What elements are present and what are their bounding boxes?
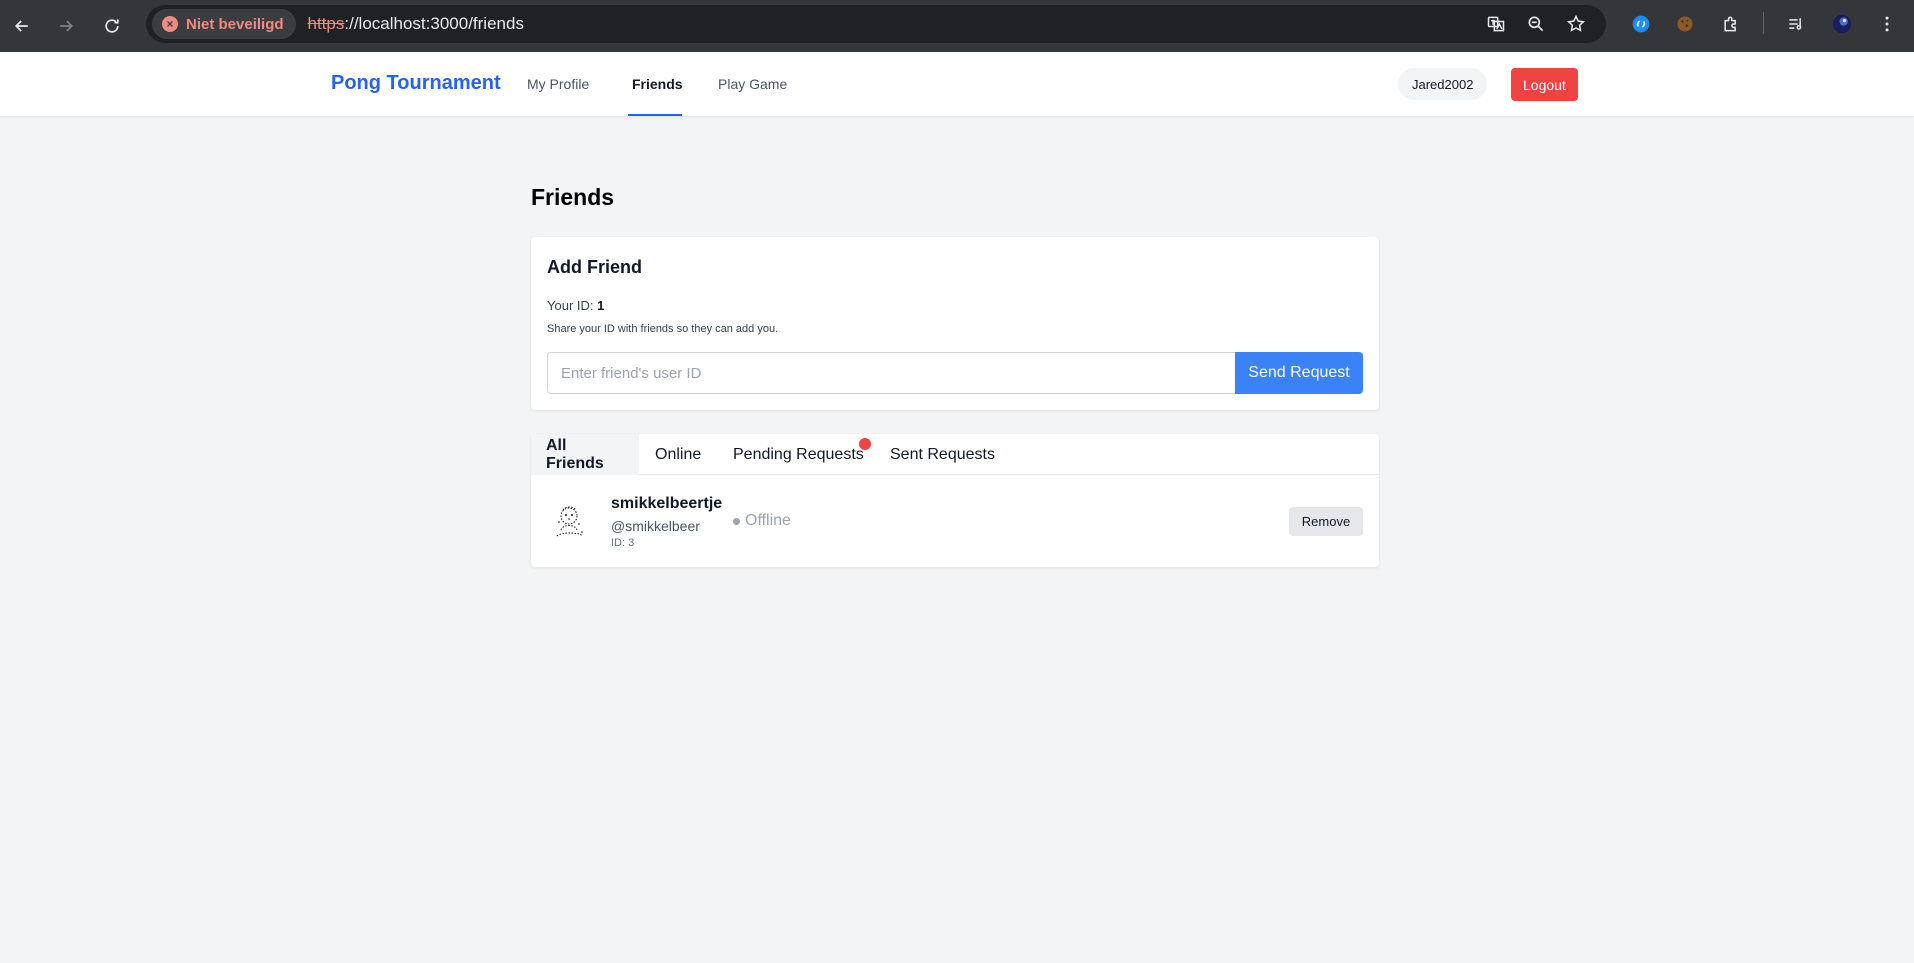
- nav-friends[interactable]: Friends: [632, 76, 683, 92]
- extensions-puzzle-icon[interactable]: [1718, 11, 1744, 37]
- add-friend-card: Add Friend Your ID: 1 Share your ID with…: [531, 237, 1379, 410]
- logout-button[interactable]: Logout: [1511, 68, 1578, 101]
- translate-icon[interactable]: [1484, 12, 1508, 36]
- your-id-label: Your ID:: [547, 298, 594, 313]
- your-id-value: 1: [597, 298, 605, 313]
- url-text[interactable]: https://localhost:3000/friends: [308, 14, 524, 34]
- zoom-icon[interactable]: [1524, 12, 1548, 36]
- tab-all-friends[interactable]: All Friends: [531, 434, 639, 475]
- address-bar[interactable]: × Niet beveiligd https://localhost:3000/…: [146, 5, 1606, 43]
- friend-id-input[interactable]: [547, 352, 1235, 394]
- media-queue-icon[interactable]: [1783, 11, 1809, 37]
- security-label: Niet beveiligd: [186, 15, 284, 33]
- profile-avatar-icon[interactable]: [1829, 11, 1855, 37]
- more-menu-icon[interactable]: [1874, 11, 1900, 37]
- remove-friend-button[interactable]: Remove: [1289, 507, 1363, 536]
- nav-active-indicator: [628, 114, 682, 116]
- back-icon[interactable]: [6, 10, 38, 42]
- nav-my-profile[interactable]: My Profile: [527, 76, 589, 92]
- friend-status: Offline: [733, 512, 791, 530]
- friends-tabs: All Friends Online Pending Requests Sent…: [531, 434, 1379, 475]
- username-badge[interactable]: Jared2002: [1398, 68, 1488, 100]
- friend-handle: @smikkelbeer: [611, 518, 700, 534]
- cookie-extension-icon[interactable]: [1672, 11, 1698, 37]
- shazam-extension-icon[interactable]: [1628, 11, 1654, 37]
- share-id-hint: Share your ID with friends so they can a…: [547, 323, 779, 335]
- toolbar-separator: [1763, 12, 1764, 34]
- not-secure-icon: ×: [162, 16, 178, 32]
- page-title: Friends: [531, 184, 615, 210]
- friends-list-card: All Friends Online Pending Requests Sent…: [531, 434, 1379, 567]
- your-id-line: Your ID: 1: [547, 298, 604, 313]
- status-dot-icon: [733, 517, 740, 525]
- tab-pending-requests[interactable]: Pending Requests: [733, 434, 864, 475]
- tab-sent-requests[interactable]: Sent Requests: [890, 434, 995, 475]
- nav-play-game[interactable]: Play Game: [718, 76, 787, 92]
- reload-icon[interactable]: [96, 10, 128, 42]
- forward-icon[interactable]: [50, 10, 82, 42]
- send-request-button[interactable]: Send Request: [1235, 352, 1363, 394]
- security-chip[interactable]: × Niet beveiligd: [152, 9, 296, 39]
- app-header: Pong Tournament My Profile Friends Play …: [0, 52, 1914, 117]
- add-friend-title: Add Friend: [547, 257, 642, 277]
- friend-display-name: smikkelbeertje: [611, 495, 723, 512]
- pending-notification-dot: [859, 438, 871, 450]
- friend-status-label: Offline: [745, 512, 791, 529]
- friend-avatar: [549, 500, 591, 542]
- tab-online[interactable]: Online: [655, 434, 701, 475]
- brand-logo[interactable]: Pong Tournament: [331, 72, 501, 95]
- bookmark-star-icon[interactable]: [1564, 12, 1588, 36]
- friend-id: ID: 3: [611, 537, 635, 549]
- url-rest: ://localhost:3000/friends: [344, 14, 524, 33]
- url-scheme: https: [307, 14, 345, 33]
- browser-toolbar: × Niet beveiligd https://localhost:3000/…: [0, 0, 1914, 52]
